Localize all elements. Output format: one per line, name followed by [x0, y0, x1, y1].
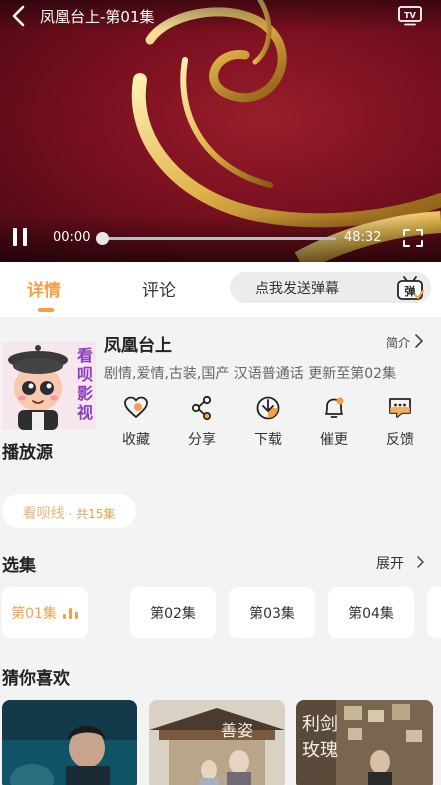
danmaku-toggle-icon[interactable]: 弹 [395, 273, 425, 303]
player-controls: 00:00 48:32 [0, 215, 441, 262]
episode-item[interactable]: 第03集 [229, 587, 315, 638]
episode-label: 第03集 [249, 606, 295, 622]
fullscreen-icon[interactable] [401, 227, 425, 249]
heart-icon [124, 396, 148, 418]
recommend-card[interactable] [2, 700, 137, 785]
favorite-label: 收藏 [122, 432, 150, 448]
tab-details[interactable]: 详情 [27, 276, 61, 301]
mascot-illustration [8, 345, 68, 430]
danmaku-input[interactable]: 点我发送弹幕 弹 [230, 272, 431, 303]
tv-cast-icon[interactable]: TV [397, 5, 423, 27]
recommend-poster [2, 700, 137, 785]
current-time: 00:00 [53, 230, 91, 245]
episode-item[interactable]: 第01集 [2, 587, 88, 638]
recommend-section-title: 猜你喜欢 [2, 669, 70, 689]
intro-link[interactable]: 简介 [386, 334, 410, 351]
recommend-poster-calligraphy: 善姿 [221, 721, 253, 740]
source-episode-count: · 共15集 [64, 507, 116, 521]
app-screen: 凤凰台上-第01集 TV 00:00 48:32 详情 评论 点我发送弹幕 弹 … [0, 0, 441, 785]
recommend-poster-calligraphy: 玫瑰 [302, 740, 338, 761]
chevron-right-icon[interactable] [414, 333, 424, 349]
recommend-poster-calligraphy: 利剑 [302, 714, 338, 735]
remind-update-button[interactable]: 催更 [314, 395, 354, 451]
favorite-button[interactable]: 收藏 [116, 395, 156, 451]
feedback-icon [389, 398, 411, 418]
download-label: 下载 [254, 432, 282, 448]
source-chip[interactable]: 看呗线 · 共15集 [2, 494, 136, 528]
recommend-poster: 利剑 玫瑰 [296, 700, 433, 785]
episode-item[interactable]: 第02集 [130, 587, 216, 638]
episode-label: 第02集 [150, 606, 196, 622]
tab-comments[interactable]: 评论 [142, 276, 176, 301]
detail-tab-bar: 详情 评论 点我发送弹幕 弹 [0, 262, 441, 317]
progress-bar[interactable] [96, 232, 336, 245]
show-tags: 剧情,爱情,古装,国产 汉语普通话 更新至第02集 [104, 366, 397, 382]
recommend-card[interactable]: 利剑 玫瑰 [296, 700, 433, 785]
show-title: 凤凰台上 [104, 336, 172, 356]
poster-brand-text: 看呗影视 [76, 346, 93, 422]
feedback-label: 反馈 [386, 432, 414, 448]
progress-knob[interactable] [96, 232, 109, 245]
back-arrow-icon[interactable] [8, 4, 30, 28]
episode-item-partial[interactable] [427, 587, 441, 638]
video-player[interactable]: 凤凰台上-第01集 TV 00:00 48:32 [0, 0, 441, 262]
source-section-title: 播放源 [2, 443, 53, 463]
episode-label: 第01集 [11, 606, 57, 622]
danmaku-placeholder: 点我发送弹幕 [255, 281, 339, 297]
active-tab-indicator [38, 308, 54, 312]
download-icon [256, 396, 280, 420]
svg-text:TV: TV [404, 11, 416, 20]
pause-icon[interactable] [11, 227, 31, 249]
source-name: 看呗线 [22, 506, 65, 522]
remind-update-label: 催更 [320, 432, 348, 448]
share-icon [191, 395, 212, 420]
recommend-poster: 善姿 [149, 700, 285, 785]
expand-episodes-link[interactable]: 展开 [376, 553, 404, 573]
feedback-button[interactable]: 反馈 [380, 395, 420, 451]
video-title: 凤凰台上-第01集 [40, 8, 155, 26]
download-button[interactable]: 下载 [248, 395, 288, 451]
episode-label: 第04集 [348, 606, 394, 622]
danmaku-icon-label: 弹 [405, 284, 416, 298]
total-time: 48:32 [344, 230, 382, 245]
detail-content: 看呗影视 凤凰台上 简介 剧情,爱情,古装,国产 汉语普通话 更新至第02集 收… [0, 317, 441, 785]
show-poster[interactable]: 看呗影视 [2, 342, 96, 430]
now-playing-icon [62, 607, 79, 619]
recommend-card[interactable]: 善姿 [149, 700, 285, 785]
share-label: 分享 [188, 432, 216, 448]
bell-icon [325, 397, 344, 418]
chevron-right-icon[interactable] [416, 554, 425, 570]
episodes-section-title: 选集 [2, 556, 36, 576]
share-button[interactable]: 分享 [182, 395, 222, 451]
episode-item[interactable]: 第04集 [328, 587, 414, 638]
